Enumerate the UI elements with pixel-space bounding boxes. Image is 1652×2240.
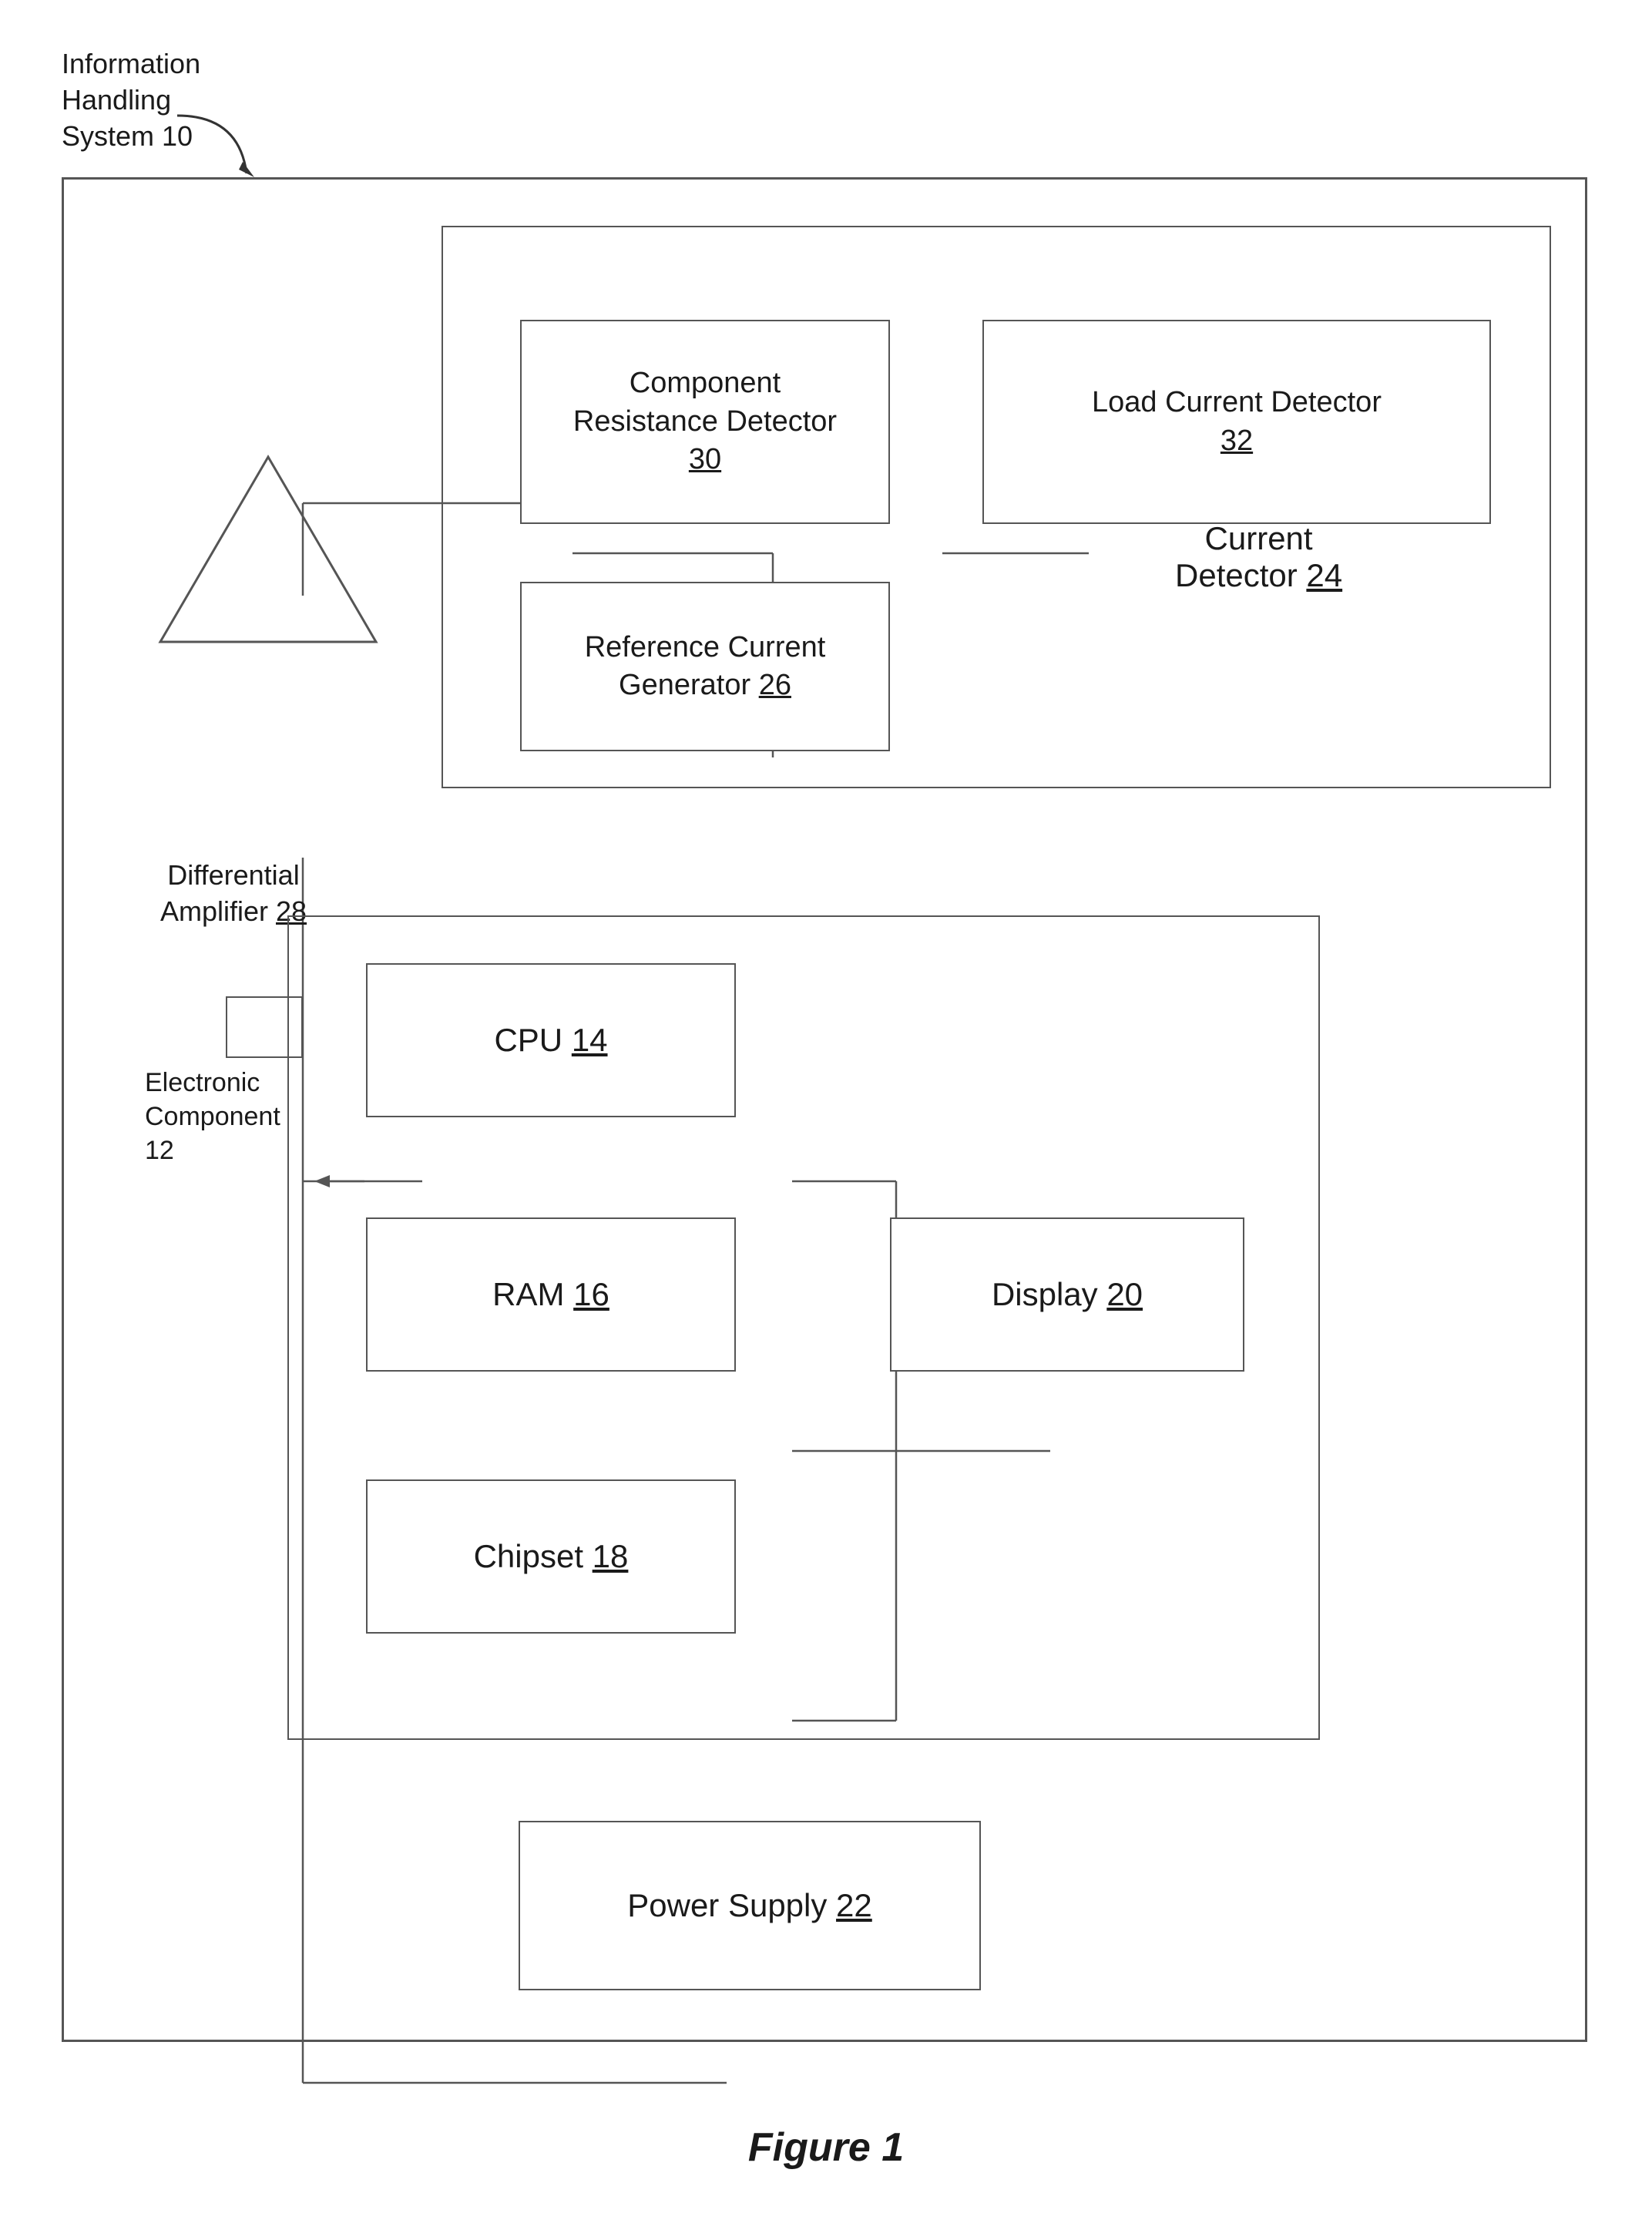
- power-supply-box: Power Supply 22: [519, 1821, 981, 1990]
- component-resistance-box: Component Resistance Detector 30: [520, 320, 890, 524]
- electronic-component-label: Electronic Component 12: [145, 1066, 280, 1168]
- display-label: Display 20: [992, 1276, 1143, 1313]
- display-box: Display 20: [890, 1217, 1244, 1372]
- load-current-label: Load Current Detector 32: [1092, 384, 1382, 460]
- figure-caption: Figure 1: [0, 2124, 1652, 2171]
- ram-box: RAM 16: [366, 1217, 736, 1372]
- cpu-label: CPU 14: [494, 1022, 607, 1059]
- reference-current-box: Reference Current Generator 26: [520, 582, 890, 751]
- main-outer-box: Current Detector 24 Component Resistance…: [62, 177, 1587, 2042]
- current-detector-label: Current Detector 24: [1175, 520, 1342, 594]
- chipset-box: Chipset 18: [366, 1479, 736, 1634]
- ram-label: RAM 16: [492, 1276, 609, 1313]
- chipset-label: Chipset 18: [474, 1538, 629, 1575]
- cpu-box: CPU 14: [366, 963, 736, 1117]
- reference-current-label: Reference Current Generator 26: [585, 629, 826, 705]
- current-detector-box: Current Detector 24 Component Resistance…: [442, 226, 1551, 788]
- power-supply-label: Power Supply 22: [627, 1887, 872, 1924]
- differential-amplifier-container: [137, 418, 399, 680]
- components-group-box: CPU 14 RAM 16 Chipset 18: [287, 915, 1320, 1740]
- load-current-detector-box: Load Current Detector 32: [982, 320, 1491, 524]
- top-arrow-icon: [170, 108, 262, 185]
- triangle-icon: [153, 442, 384, 657]
- component-resistance-label: Component Resistance Detector 30: [573, 364, 837, 479]
- page-container: InformationHandlingSystem 10: [0, 0, 1652, 2240]
